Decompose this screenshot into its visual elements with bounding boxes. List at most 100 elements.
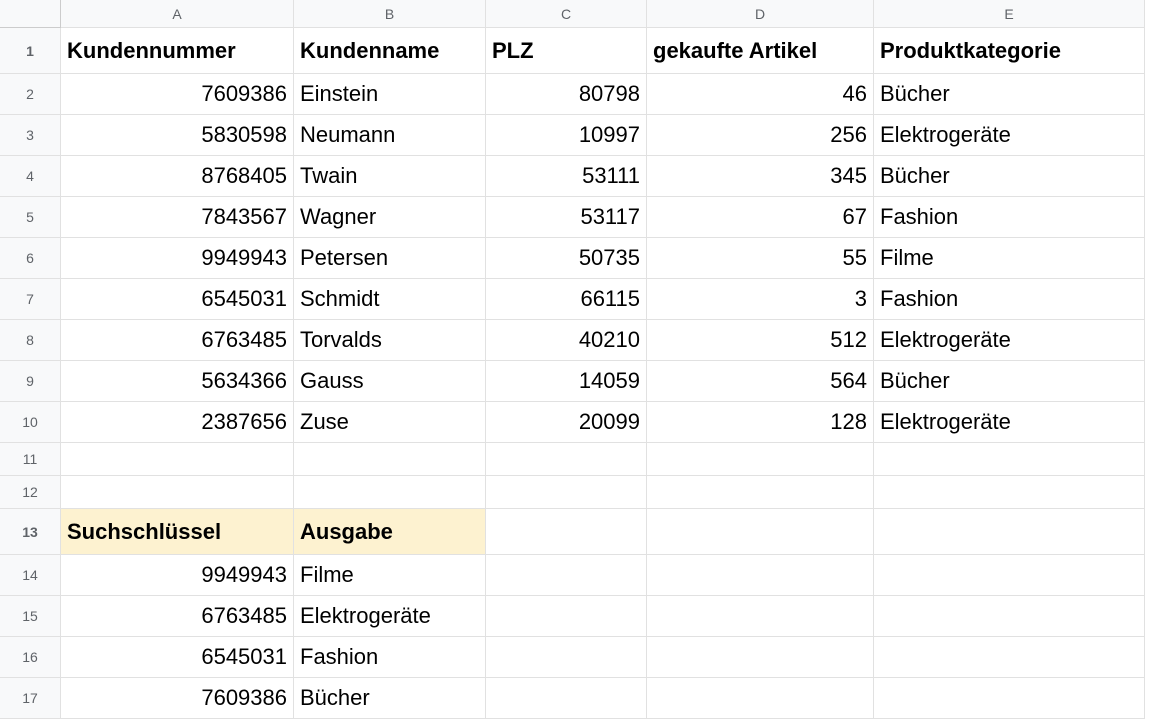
cell-C6[interactable]: 50735 <box>486 238 647 279</box>
cell-B15[interactable]: Elektrogeräte <box>294 596 486 637</box>
cell-D12[interactable] <box>647 476 874 509</box>
cell-A6[interactable]: 9949943 <box>61 238 294 279</box>
cell-C10[interactable]: 20099 <box>486 402 647 443</box>
cell-A16[interactable]: 6545031 <box>61 637 294 678</box>
cell-E2[interactable]: Bücher <box>874 74 1145 115</box>
cell-D7[interactable]: 3 <box>647 279 874 320</box>
cell-E8[interactable]: Elektrogeräte <box>874 320 1145 361</box>
col-header-A[interactable]: A <box>61 0 294 28</box>
select-all-corner[interactable] <box>0 0 61 28</box>
cell-B5[interactable]: Wagner <box>294 197 486 238</box>
cell-E15[interactable] <box>874 596 1145 637</box>
cell-A13[interactable]: Suchschlüssel <box>61 509 294 555</box>
cell-B2[interactable]: Einstein <box>294 74 486 115</box>
cell-A3[interactable]: 5830598 <box>61 115 294 156</box>
cell-E16[interactable] <box>874 637 1145 678</box>
cell-D6[interactable]: 55 <box>647 238 874 279</box>
col-header-D[interactable]: D <box>647 0 874 28</box>
cell-B13[interactable]: Ausgabe <box>294 509 486 555</box>
cell-B17[interactable]: Bücher <box>294 678 486 719</box>
cell-D14[interactable] <box>647 555 874 596</box>
cell-C4[interactable]: 53111 <box>486 156 647 197</box>
cell-E10[interactable]: Elektrogeräte <box>874 402 1145 443</box>
row-header-4[interactable]: 4 <box>0 156 61 197</box>
cell-E1[interactable]: Produktkategorie <box>874 28 1145 74</box>
cell-B1[interactable]: Kundenname <box>294 28 486 74</box>
row-header-7[interactable]: 7 <box>0 279 61 320</box>
cell-D13[interactable] <box>647 509 874 555</box>
cell-C14[interactable] <box>486 555 647 596</box>
cell-E14[interactable] <box>874 555 1145 596</box>
row-header-10[interactable]: 10 <box>0 402 61 443</box>
cell-E13[interactable] <box>874 509 1145 555</box>
cell-A8[interactable]: 6763485 <box>61 320 294 361</box>
cell-C15[interactable] <box>486 596 647 637</box>
cell-D5[interactable]: 67 <box>647 197 874 238</box>
cell-D10[interactable]: 128 <box>647 402 874 443</box>
cell-C11[interactable] <box>486 443 647 476</box>
cell-D4[interactable]: 345 <box>647 156 874 197</box>
row-header-14[interactable]: 14 <box>0 555 61 596</box>
cell-E9[interactable]: Bücher <box>874 361 1145 402</box>
cell-B10[interactable]: Zuse <box>294 402 486 443</box>
row-header-2[interactable]: 2 <box>0 74 61 115</box>
cell-C5[interactable]: 53117 <box>486 197 647 238</box>
cell-E6[interactable]: Filme <box>874 238 1145 279</box>
cell-C13[interactable] <box>486 509 647 555</box>
cell-C1[interactable]: PLZ <box>486 28 647 74</box>
cell-A10[interactable]: 2387656 <box>61 402 294 443</box>
cell-C16[interactable] <box>486 637 647 678</box>
row-header-5[interactable]: 5 <box>0 197 61 238</box>
cell-D9[interactable]: 564 <box>647 361 874 402</box>
cell-A11[interactable] <box>61 443 294 476</box>
cell-E3[interactable]: Elektrogeräte <box>874 115 1145 156</box>
row-header-9[interactable]: 9 <box>0 361 61 402</box>
cell-A14[interactable]: 9949943 <box>61 555 294 596</box>
row-header-11[interactable]: 11 <box>0 443 61 476</box>
cell-E12[interactable] <box>874 476 1145 509</box>
row-header-6[interactable]: 6 <box>0 238 61 279</box>
cell-C17[interactable] <box>486 678 647 719</box>
cell-D3[interactable]: 256 <box>647 115 874 156</box>
row-header-3[interactable]: 3 <box>0 115 61 156</box>
cell-B12[interactable] <box>294 476 486 509</box>
cell-D2[interactable]: 46 <box>647 74 874 115</box>
cell-B16[interactable]: Fashion <box>294 637 486 678</box>
cell-B7[interactable]: Schmidt <box>294 279 486 320</box>
row-header-13[interactable]: 13 <box>0 509 61 555</box>
cell-B4[interactable]: Twain <box>294 156 486 197</box>
cell-D15[interactable] <box>647 596 874 637</box>
cell-A2[interactable]: 7609386 <box>61 74 294 115</box>
row-header-16[interactable]: 16 <box>0 637 61 678</box>
cell-E11[interactable] <box>874 443 1145 476</box>
cell-D11[interactable] <box>647 443 874 476</box>
col-header-E[interactable]: E <box>874 0 1145 28</box>
cell-C12[interactable] <box>486 476 647 509</box>
cell-A1[interactable]: Kundennummer <box>61 28 294 74</box>
cell-B11[interactable] <box>294 443 486 476</box>
cell-A15[interactable]: 6763485 <box>61 596 294 637</box>
cell-A12[interactable] <box>61 476 294 509</box>
cell-A5[interactable]: 7843567 <box>61 197 294 238</box>
cell-D8[interactable]: 512 <box>647 320 874 361</box>
cell-C3[interactable]: 10997 <box>486 115 647 156</box>
cell-C7[interactable]: 66115 <box>486 279 647 320</box>
cell-A17[interactable]: 7609386 <box>61 678 294 719</box>
cell-D1[interactable]: gekaufte Artikel <box>647 28 874 74</box>
col-header-B[interactable]: B <box>294 0 486 28</box>
row-header-1[interactable]: 1 <box>0 28 61 74</box>
cell-A4[interactable]: 8768405 <box>61 156 294 197</box>
cell-B14[interactable]: Filme <box>294 555 486 596</box>
row-header-17[interactable]: 17 <box>0 678 61 719</box>
cell-A7[interactable]: 6545031 <box>61 279 294 320</box>
row-header-12[interactable]: 12 <box>0 476 61 509</box>
cell-B9[interactable]: Gauss <box>294 361 486 402</box>
cell-C2[interactable]: 80798 <box>486 74 647 115</box>
cell-C8[interactable]: 40210 <box>486 320 647 361</box>
row-header-8[interactable]: 8 <box>0 320 61 361</box>
cell-B6[interactable]: Petersen <box>294 238 486 279</box>
cell-D16[interactable] <box>647 637 874 678</box>
cell-B8[interactable]: Torvalds <box>294 320 486 361</box>
cell-C9[interactable]: 14059 <box>486 361 647 402</box>
spreadsheet[interactable]: A B C D E 1 Kundennummer Kundenname PLZ … <box>0 0 1149 719</box>
